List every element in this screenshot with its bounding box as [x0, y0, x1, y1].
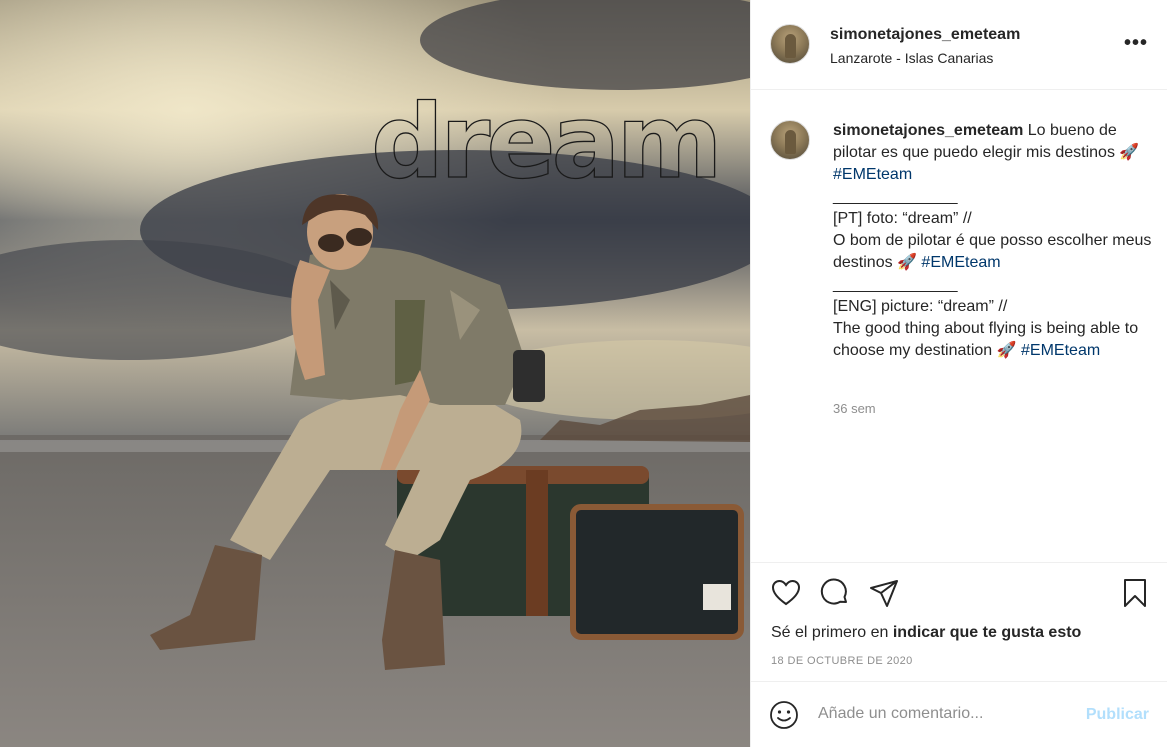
post-actions: Sé el primero en indicar que te gusta es… [751, 562, 1167, 683]
caption-username[interactable]: simonetajones_emeteam [833, 122, 1023, 139]
hashtag-link[interactable]: #EMEteam [1021, 342, 1100, 359]
add-comment-bar: Publicar [751, 681, 1167, 748]
more-icon[interactable]: ••• [1124, 33, 1148, 53]
avatar[interactable] [770, 120, 810, 160]
post-photo[interactable]: dream [0, 0, 750, 747]
post-sidebar: simonetajones_emeteam Lanzarote - Islas … [750, 0, 1167, 747]
post-location[interactable]: Lanzarote - Islas Canarias [830, 50, 993, 66]
post-header: simonetajones_emeteam Lanzarote - Islas … [751, 0, 1167, 90]
comment-icon[interactable] [819, 577, 851, 609]
publish-button[interactable]: Publicar [1086, 706, 1149, 724]
caption-area: simonetajones_emeteam Lo bueno de pilota… [751, 90, 1167, 562]
share-icon[interactable] [868, 577, 900, 609]
caption-separator: ______________ [833, 276, 958, 293]
post-caption: simonetajones_emeteam Lo bueno de pilota… [833, 120, 1153, 362]
caption-separator: ______________ [833, 188, 958, 205]
comment-input[interactable] [818, 702, 1068, 726]
emoji-icon[interactable] [769, 700, 799, 730]
bookmark-icon[interactable] [1119, 577, 1151, 609]
avatar[interactable] [770, 24, 810, 64]
post-modal: dream simonetajones_emeteam Lanzarote - … [0, 0, 1167, 747]
hashtag-link[interactable]: #EMEteam [921, 254, 1000, 271]
likes-summary: Sé el primero en indicar que te gusta es… [771, 624, 1081, 642]
caption-pt-title: [PT] foto: “dream” // [833, 210, 972, 227]
photo-overlay-text: dream [370, 83, 723, 202]
like-link[interactable]: indicar que te gusta esto [893, 624, 1081, 641]
hashtag-link[interactable]: #EMEteam [833, 166, 912, 183]
post-date[interactable]: 18 DE OCTUBRE DE 2020 [771, 655, 913, 667]
caption-time[interactable]: 36 sem [833, 401, 876, 416]
post-username[interactable]: simonetajones_emeteam [830, 26, 1020, 44]
caption-en-title: [ENG] picture: “dream” // [833, 298, 1008, 315]
heart-icon[interactable] [770, 577, 802, 609]
likes-prefix: Sé el primero en [771, 624, 893, 641]
